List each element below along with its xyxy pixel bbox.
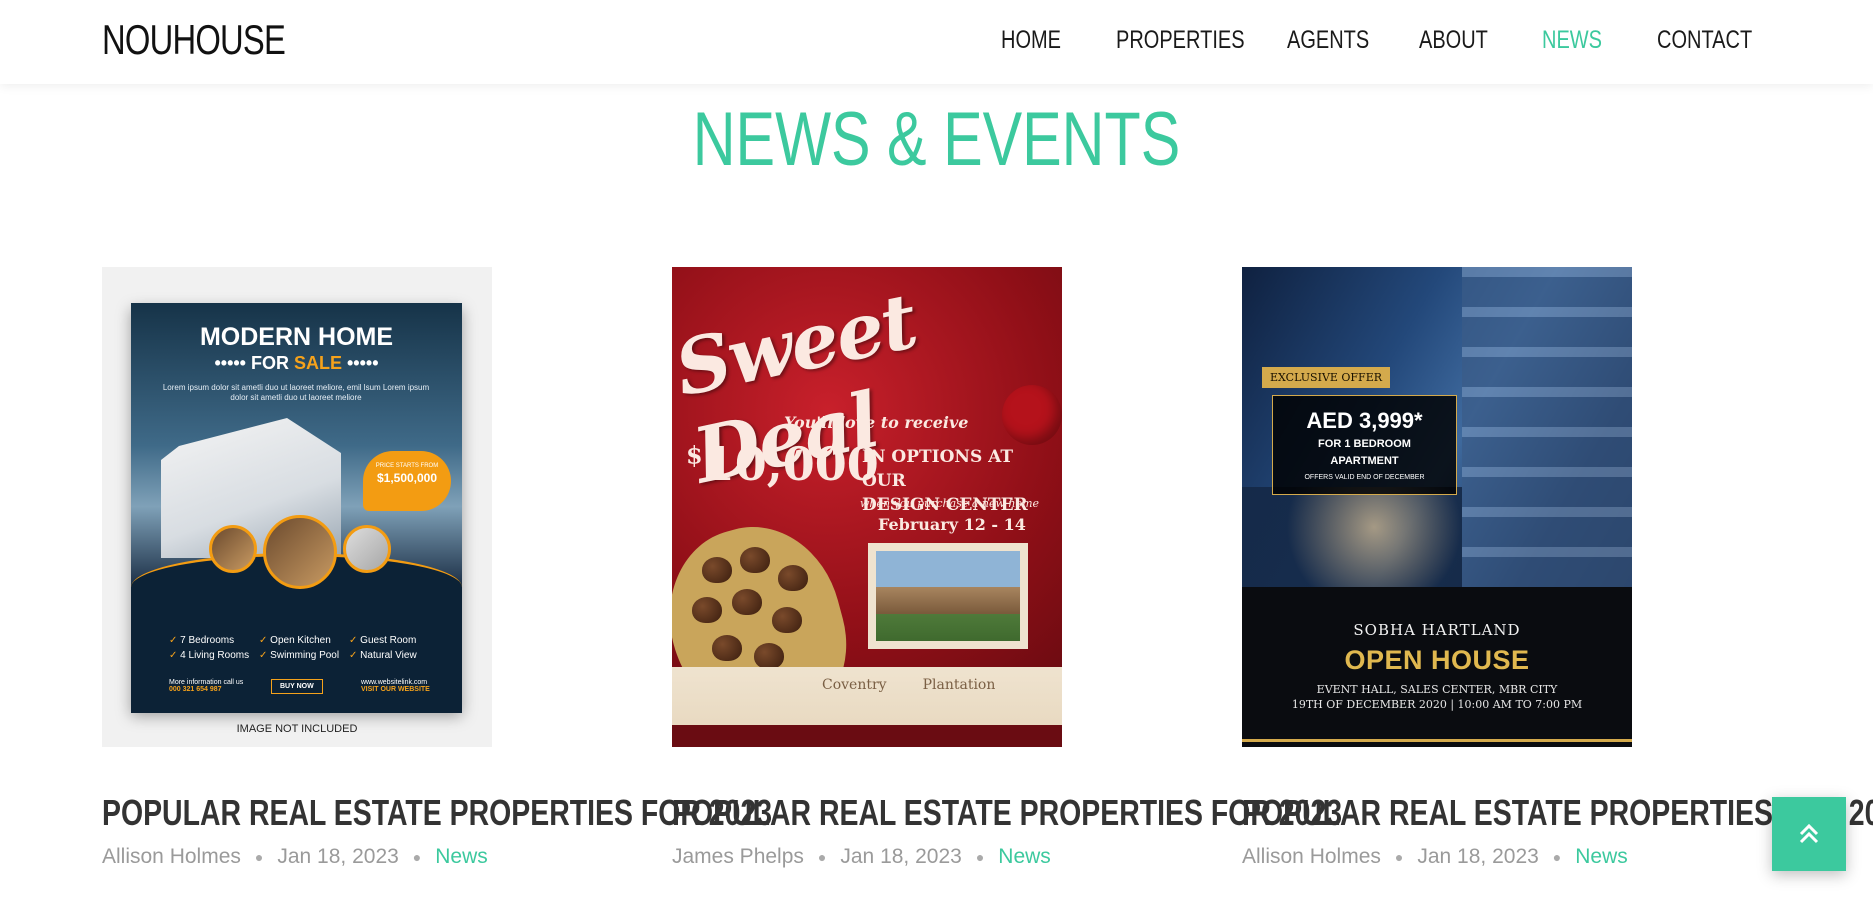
flyer-phone: More information call us 000 321 654 987 — [169, 679, 244, 693]
chocolate — [772, 607, 802, 633]
meta-separator: ● — [412, 849, 422, 866]
news-thumbnail-modern-home-flyer[interactable]: MODERN HOME ••••• FOR SALE ••••• Lorem i… — [102, 267, 492, 747]
feature-list: 7 BedroomsOpen KitchenGuest Room 4 Livin… — [169, 633, 439, 663]
double-chevron-up-icon — [1799, 823, 1819, 844]
site-header: NOUHOUSE HOME PROPERTIES AGENTS ABOUT NE… — [0, 0, 1873, 84]
flyer-tag: EXCLUSIVE OFFER — [1262, 367, 1391, 388]
post-category[interactable]: News — [998, 845, 1051, 868]
flyer-title: MODERN HOME — [199, 323, 394, 351]
meta-separator: ● — [254, 849, 264, 866]
offer-box: AED 3,999* FOR 1 BEDROOM APARTMENT OFFER… — [1272, 395, 1457, 495]
nav-properties[interactable]: PROPERTIES — [1116, 26, 1245, 55]
meta-separator: ● — [1394, 849, 1404, 866]
news-card: EXCLUSIVE OFFER AED 3,999* FOR 1 BEDROOM… — [1242, 267, 1873, 887]
chocolate — [732, 589, 762, 615]
post-meta: Allison Holmes ● Jan 18, 2023 ● News — [102, 845, 488, 869]
room-photo — [263, 515, 337, 589]
flyer-subtitle: ••••• FOR SALE ••••• — [214, 353, 379, 373]
flyer-event-info: SOBHA HARTLAND OPEN HOUSE EVENT HALL, SA… — [1291, 621, 1583, 711]
room-photo — [343, 525, 391, 573]
flyer-buy-now: BUY NOW — [271, 679, 323, 694]
nav-agents[interactable]: AGENTS — [1287, 26, 1369, 55]
flyer-when: when you purchase a new home — [860, 497, 1040, 510]
nav-about[interactable]: ABOUT — [1419, 26, 1488, 55]
post-category[interactable]: News — [1575, 845, 1628, 868]
post-date: Jan 18, 2023 — [1417, 845, 1539, 868]
chocolate — [712, 635, 742, 661]
section-title: NEWS & EVENTS — [692, 97, 1181, 182]
flyer-website: www.websitelink.com VISIT OUR WEBSITE — [361, 679, 430, 693]
meta-separator: ● — [817, 849, 827, 866]
flyer-fine-print — [672, 725, 1062, 747]
flyer-love-line: You'll love to receive — [784, 413, 969, 432]
post-date: Jan 18, 2023 — [840, 845, 962, 868]
news-card: MODERN HOME ••••• FOR SALE ••••• Lorem i… — [102, 267, 772, 887]
post-category[interactable]: News — [435, 845, 488, 868]
chocolate — [702, 557, 732, 583]
nav-contact[interactable]: CONTACT — [1657, 26, 1752, 55]
news-card: Sweet Deal You'll love to receive $10,00… — [672, 267, 1342, 887]
gold-divider — [1242, 739, 1632, 742]
meta-separator: ● — [975, 849, 985, 866]
room-photo — [209, 525, 257, 573]
scroll-to-top-button[interactable] — [1772, 797, 1846, 871]
chocolate — [740, 547, 770, 573]
chocolate — [778, 565, 808, 591]
flyer-lorem: Lorem ipsum dolor sit ametli duo ut laor… — [162, 383, 430, 402]
price-tag: PRICE STARTS FROM $1,500,000 — [363, 451, 451, 511]
heart-shape — [1002, 385, 1062, 445]
post-date: Jan 18, 2023 — [277, 845, 399, 868]
house-photo — [868, 543, 1028, 649]
post-meta: Allison Holmes ● Jan 18, 2023 ● News — [1242, 845, 1628, 869]
post-author[interactable]: Allison Holmes — [102, 845, 241, 868]
news-thumbnail-sweet-deal-flyer[interactable]: Sweet Deal You'll love to receive $10,00… — [672, 267, 1062, 747]
flyer-amount: $10,000 — [686, 437, 879, 491]
flyer-poster: MODERN HOME ••••• FOR SALE ••••• Lorem i… — [131, 303, 462, 713]
main-nav: HOME PROPERTIES AGENTS ABOUT NEWS CONTAC… — [0, 26, 1873, 60]
nav-home[interactable]: HOME — [1001, 26, 1061, 55]
flyer-footnote: IMAGE NOT INCLUDED — [236, 723, 358, 735]
nav-news[interactable]: NEWS — [1542, 26, 1602, 55]
builder-logos: Coventry Plantation — [822, 677, 996, 693]
post-meta: James Phelps ● Jan 18, 2023 ● News — [672, 845, 1051, 869]
flyer-dates: February 12 - 14 — [878, 515, 1026, 534]
post-author[interactable]: Allison Holmes — [1242, 845, 1381, 868]
chocolate — [692, 597, 722, 623]
meta-separator: ● — [1552, 849, 1562, 866]
chocolate — [754, 643, 784, 669]
post-author[interactable]: James Phelps — [672, 845, 804, 868]
news-thumbnail-open-house-flyer[interactable]: EXCLUSIVE OFFER AED 3,999* FOR 1 BEDROOM… — [1242, 267, 1632, 747]
